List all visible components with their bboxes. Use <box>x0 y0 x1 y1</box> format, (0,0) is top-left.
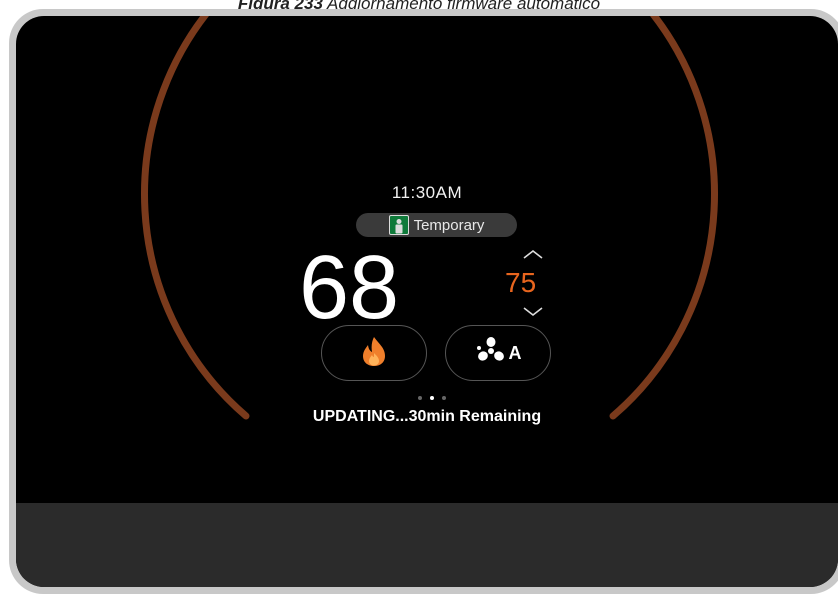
person-icon <box>388 215 409 235</box>
thermostat-device: 11:30AM Temporary 68 75 A UPDATING...30m… <box>9 9 838 594</box>
setpoint-up-icon[interactable] <box>522 244 544 265</box>
fan-icon <box>475 336 507 371</box>
page-dot <box>442 396 446 400</box>
schedule-mode-pill[interactable]: Temporary <box>356 213 517 237</box>
setpoint-temperature: 75 <box>505 267 537 298</box>
fan-mode-letter: A <box>508 342 522 363</box>
heat-mode-button[interactable] <box>321 325 427 381</box>
schedule-mode-label: Temporary <box>413 216 485 234</box>
clock-time: 11:30AM <box>391 183 463 202</box>
temperature-arc <box>141 16 718 420</box>
current-temperature: 68 <box>299 238 400 338</box>
thermostat-screen: 11:30AM Temporary 68 75 A UPDATING...30m… <box>16 16 838 587</box>
update-status-text: UPDATING...30min Remaining <box>312 408 542 425</box>
bottom-bar <box>16 503 838 587</box>
flame-icon <box>359 335 389 372</box>
setpoint-down-icon[interactable] <box>522 302 544 323</box>
page-dot <box>418 396 422 400</box>
page-dot-active <box>430 396 434 400</box>
page-indicator <box>418 396 446 400</box>
fan-mode-button[interactable]: A <box>445 325 551 381</box>
